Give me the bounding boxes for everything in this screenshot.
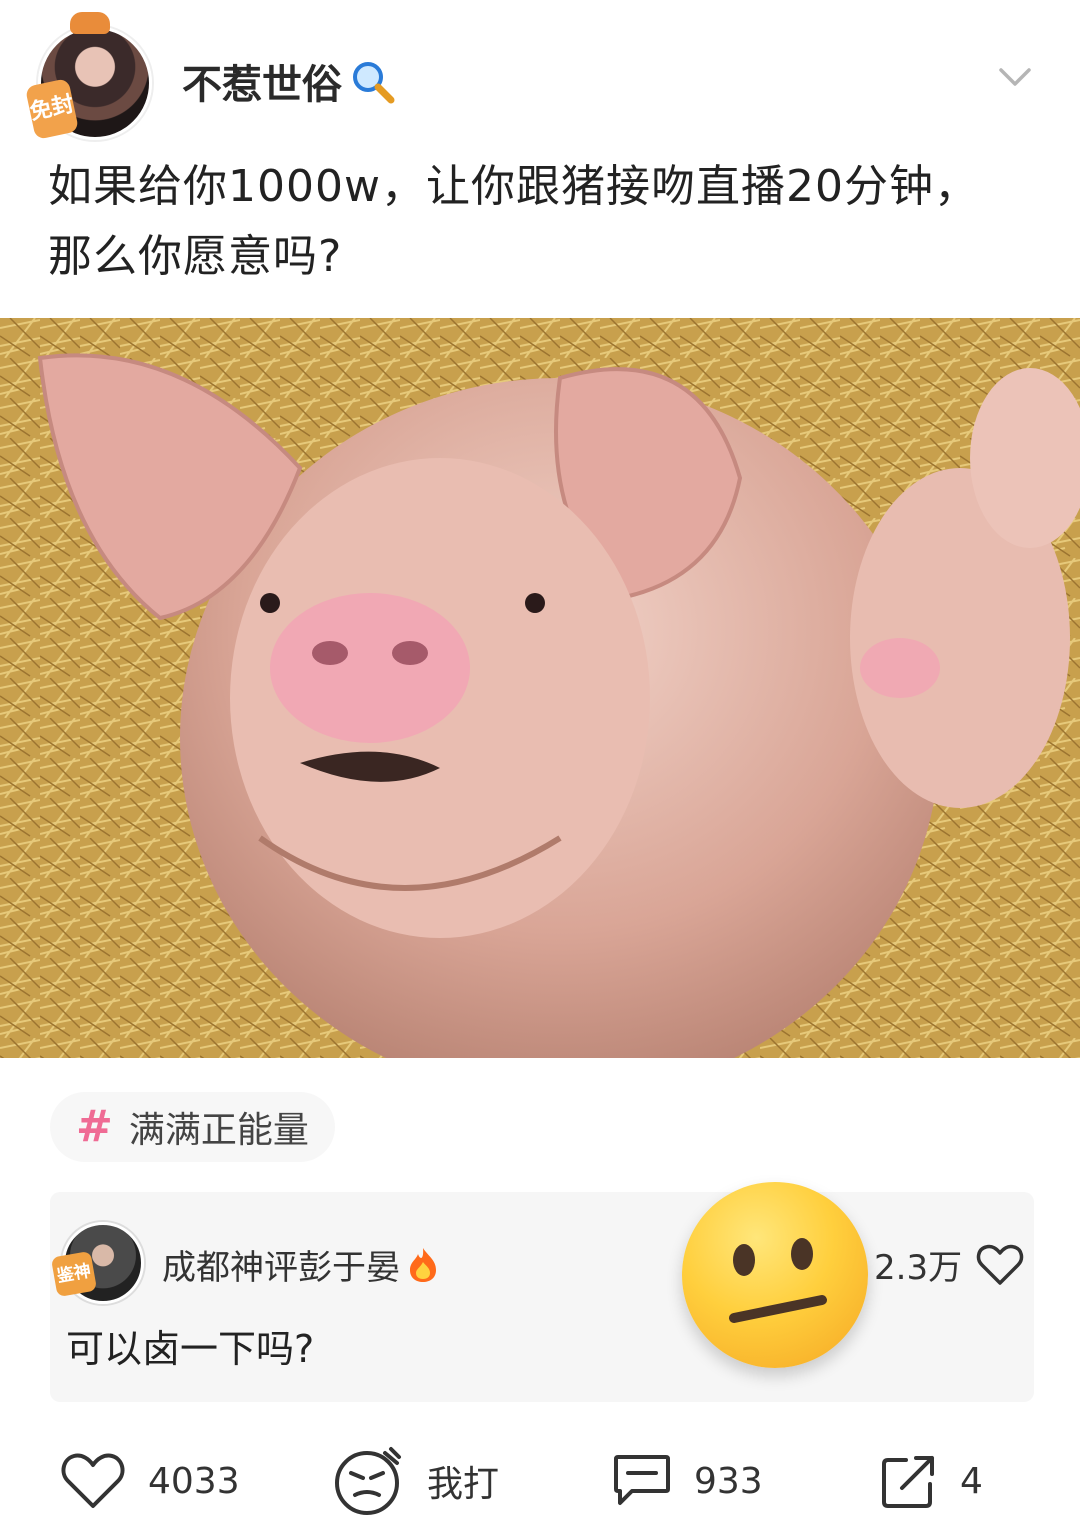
heart-icon — [976, 1244, 1024, 1285]
post-text-line: 如果给你1000w，让你跟猪接吻直播20分钟， — [48, 161, 979, 212]
angry-face-icon — [335, 1447, 401, 1515]
comment-bubble-icon — [614, 1455, 670, 1505]
comment-text: 可以卤一下吗? — [66, 1327, 315, 1371]
commenter-avatar-badge: 鉴神 — [50, 1250, 98, 1298]
share-count: 4 — [960, 1460, 983, 1502]
comment-like-count: 2.3万 — [874, 1248, 963, 1288]
post-image-pig[interactable] — [0, 318, 1080, 1058]
comment-likes[interactable]: 2.3万 — [874, 1240, 1024, 1289]
topic-chip[interactable]: # 满满正能量 — [50, 1092, 335, 1162]
action-bar: 4033 我打 933 4 — [0, 1436, 1080, 1526]
neutral-face-emoji-icon — [682, 1182, 868, 1368]
commenter-name[interactable]: 成都神评彭于晏 — [162, 1240, 440, 1289]
hot-comment-card[interactable]: 鉴神 成都神评彭于晏 可以卤一下吗? 2.3万 — [50, 1192, 1034, 1402]
comment-count: 933 — [694, 1460, 763, 1502]
like-button[interactable]: 4033 — [60, 1436, 240, 1526]
share-button[interactable]: 4 — [880, 1436, 983, 1526]
hit-button[interactable]: 我打 — [333, 1436, 499, 1526]
chevron-down-icon[interactable] — [995, 62, 1035, 92]
topic-label: 满满正能量 — [128, 1110, 309, 1151]
commenter-name-text: 成都神评彭于晏 — [162, 1248, 400, 1288]
comment-button[interactable]: 933 — [612, 1436, 763, 1526]
share-icon — [882, 1456, 934, 1508]
post-header: 免封 不惹世俗 — [0, 0, 1080, 150]
user-avatar[interactable]: 免封 — [24, 12, 152, 140]
username[interactable]: 不惹世俗 — [182, 52, 396, 110]
post-text-line: 那么你愿意吗? — [48, 231, 343, 282]
post-text: 如果给你1000w，让你跟猪接吻直播20分钟， 那么你愿意吗? — [48, 152, 1038, 292]
hit-label: 我打 — [427, 1464, 500, 1505]
avatar-frame-ornament — [70, 12, 110, 34]
fire-icon — [410, 1247, 436, 1282]
emoji-face-features — [729, 1238, 827, 1323]
username-text: 不惹世俗 — [182, 62, 342, 108]
hashtag-icon: # — [76, 1101, 113, 1152]
magnifier-icon — [353, 62, 395, 104]
like-count: 4033 — [148, 1460, 240, 1502]
heart-icon — [61, 1453, 125, 1508]
pig-photo-illustration — [0, 318, 1080, 1058]
